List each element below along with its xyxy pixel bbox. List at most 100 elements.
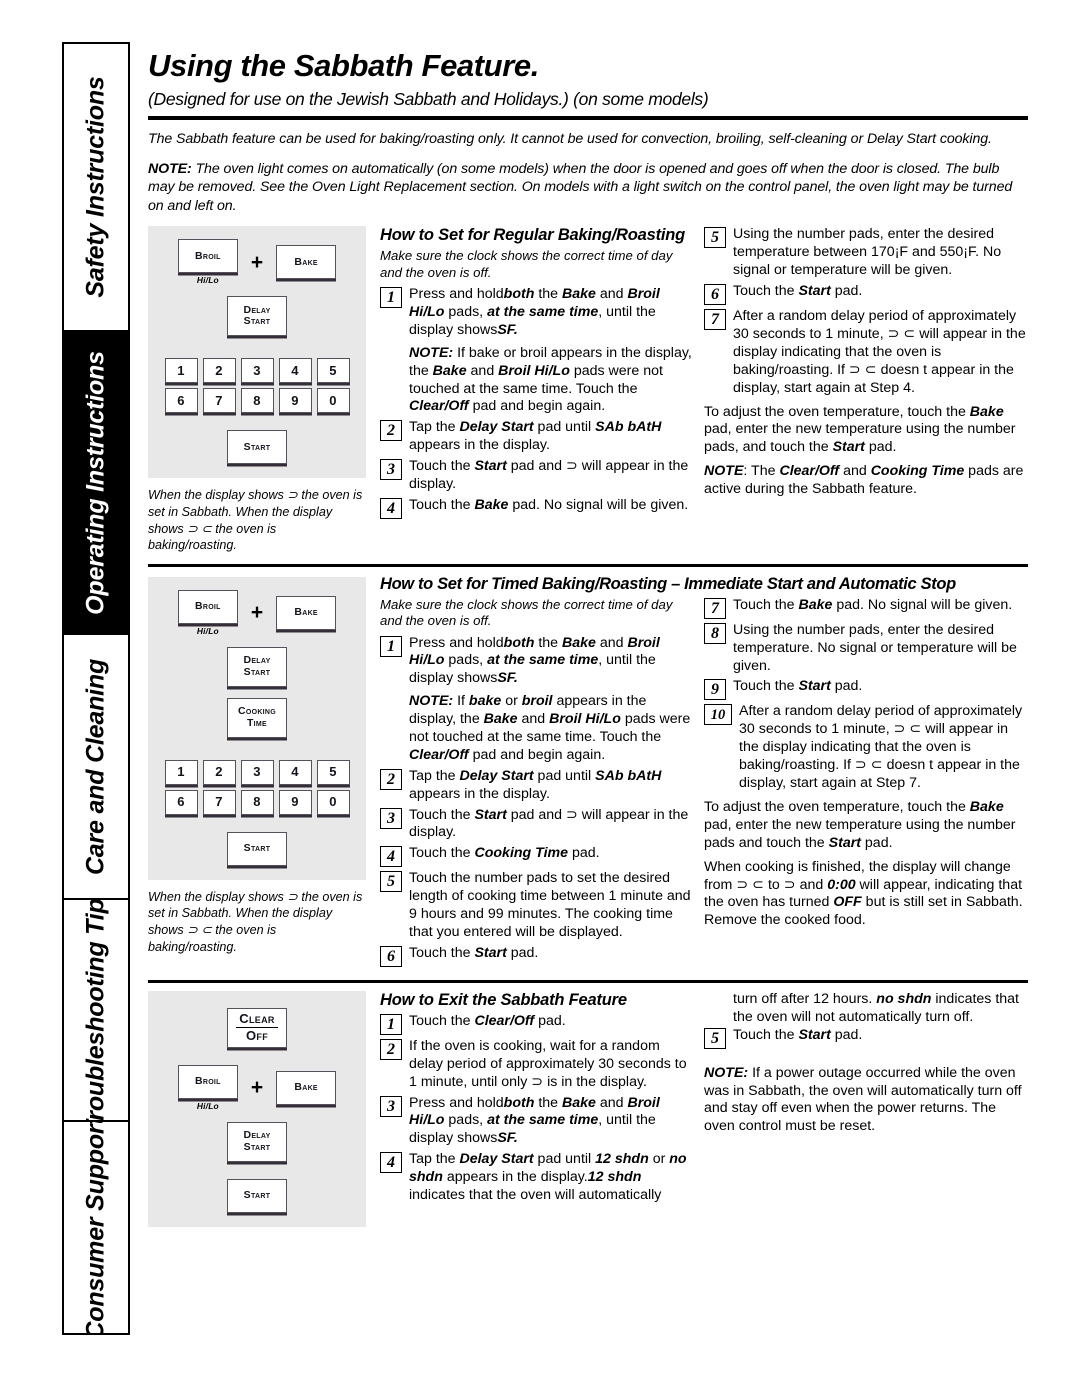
step-number: 6 bbox=[380, 945, 402, 967]
bake-key-stack: Bake bbox=[276, 245, 337, 280]
section-exit-sabbath: Clear Off Broil Hi/Lo + Bake Delay Start… bbox=[148, 990, 1028, 1227]
sidebar-tab-label: Care and Cleaning bbox=[81, 658, 110, 875]
section3-steps-right: turn off after 12 hours. no shdn indicat… bbox=[704, 991, 1028, 1136]
step-item: 5 Using the number pads, enter the desire… bbox=[704, 226, 1028, 280]
num-key-1[interactable]: 1 bbox=[164, 358, 198, 384]
step-note: NOTE: If bake or broil appears in the di… bbox=[409, 693, 691, 763]
step-number: 7 bbox=[704, 309, 726, 331]
sidebar-tab-care-and-cleaning[interactable]: Care and Cleaning bbox=[62, 633, 130, 898]
control-panel-diagram-1: Broil Hi/Lo + Bake Delay Start 1 2 3 4 5… bbox=[148, 226, 366, 479]
num-key-8[interactable]: 8 bbox=[240, 388, 274, 414]
section2-steps-right-list: 7 Touch the Bake pad. No signal will be g… bbox=[704, 597, 1028, 793]
numpad-row-top: 1 2 3 4 5 bbox=[148, 358, 366, 384]
start-key[interactable]: Start bbox=[227, 831, 287, 866]
section-regular-baking: Broil Hi/Lo + Bake Delay Start 1 2 3 4 5… bbox=[148, 226, 1028, 553]
step-text: Touch the Cooking Time pad. bbox=[409, 845, 600, 862]
section3-note: NOTE: If a power outage occurred while t… bbox=[704, 1064, 1022, 1135]
control-panel-2-column: Broil Hi/Lo + Bake Delay Start Cooking T… bbox=[148, 576, 366, 955]
control-panel-3-column: Clear Off Broil Hi/Lo + Bake Delay Start… bbox=[148, 990, 366, 1227]
step-item: 6 Touch the Start pad. bbox=[380, 945, 692, 967]
step-number: 8 bbox=[704, 622, 726, 644]
num-key-4[interactable]: 4 bbox=[278, 358, 312, 384]
step-item: 2 Tap the Delay Start pad until SAb bAtH … bbox=[380, 768, 692, 804]
step-text: Touch the Bake pad. No signal will be gi… bbox=[409, 496, 689, 513]
num-key-2[interactable]: 2 bbox=[202, 358, 236, 384]
broil-key[interactable]: Broil bbox=[177, 1064, 238, 1099]
bake-key[interactable]: Bake bbox=[276, 245, 337, 280]
page-title: Using the Sabbath Feature. bbox=[148, 48, 539, 83]
step-number: 2 bbox=[380, 420, 402, 442]
num-key-5[interactable]: 5 bbox=[316, 358, 350, 384]
num-key-0[interactable]: 0 bbox=[316, 388, 350, 414]
note-body: The oven light comes on automatically (o… bbox=[148, 160, 1013, 214]
num-key-2[interactable]: 2 bbox=[202, 759, 236, 785]
step-number: 1 bbox=[380, 287, 402, 309]
start-key[interactable]: Start bbox=[227, 430, 287, 465]
num-key-8[interactable]: 8 bbox=[240, 789, 274, 815]
num-key-6[interactable]: 6 bbox=[164, 388, 198, 414]
step-text: Touch the Bake pad. No signal will be gi… bbox=[733, 596, 1013, 613]
numpad-row-top: 1 2 3 4 5 bbox=[148, 759, 366, 785]
num-key-4[interactable]: 4 bbox=[278, 759, 312, 785]
num-key-1[interactable]: 1 bbox=[164, 759, 198, 785]
section1-heading: How to Set for Regular Baking/Roasting bbox=[380, 226, 686, 245]
num-key-6[interactable]: 6 bbox=[164, 789, 198, 815]
numpad-row-bottom: 6 7 8 9 0 bbox=[148, 388, 366, 414]
section2-finish-text: When cooking is finished, the display wi… bbox=[704, 858, 1023, 929]
num-key-9[interactable]: 9 bbox=[278, 388, 312, 414]
delay-start-key[interactable]: Delay Start bbox=[227, 296, 287, 337]
delay-start-row: Delay Start bbox=[148, 1121, 366, 1162]
sidebar-tab-safety-instructions[interactable]: Safety Instructions bbox=[62, 42, 130, 330]
step-note: NOTE: If bake or broil appears in the di… bbox=[409, 344, 692, 415]
section2-adjust-text: To adjust the oven temperature, touch th… bbox=[704, 798, 1016, 851]
control-panel-1-column: Broil Hi/Lo + Bake Delay Start 1 2 3 4 5… bbox=[148, 226, 366, 553]
num-key-7[interactable]: 7 bbox=[202, 388, 236, 414]
clear-off-key[interactable]: Clear Off bbox=[227, 1007, 287, 1048]
num-key-5[interactable]: 5 bbox=[316, 759, 350, 785]
section3-heading: How to Exit the Sabbath Feature bbox=[380, 990, 627, 1009]
num-key-0[interactable]: 0 bbox=[316, 789, 350, 815]
step-number: 10 bbox=[704, 704, 732, 726]
sidebar-tab-consumer-support[interactable]: Consumer Support bbox=[62, 1120, 130, 1335]
sidebar-tab-operating-instructions[interactable]: Operating Instructions bbox=[62, 330, 130, 633]
section1-adjust-text: To adjust the oven temperature, touch th… bbox=[704, 403, 1016, 456]
time-label: Time bbox=[246, 716, 268, 729]
step-text: Touch the Start pad and ⊃ will appear in… bbox=[409, 806, 689, 841]
step-text: Touch the Start pad. bbox=[733, 283, 863, 300]
broil-key[interactable]: Broil bbox=[177, 589, 238, 624]
step-item: 5 Touch the number pads to set the desire… bbox=[380, 870, 692, 942]
num-key-3[interactable]: 3 bbox=[240, 759, 274, 785]
sidebar-tab-label: Consumer Support bbox=[81, 1120, 110, 1335]
step-text: Tap the Delay Start pad until SAb bAtH a… bbox=[409, 767, 662, 802]
step-item: 1 Press and holdboth the Bake and Broil H… bbox=[380, 286, 692, 340]
section2-steps-left: Make sure the clock shows the correct ti… bbox=[380, 597, 692, 970]
section-timed-baking: Broil Hi/Lo + Bake Delay Start Cooking T… bbox=[148, 576, 1028, 970]
section1-lead: Make sure the clock shows the correct ti… bbox=[380, 248, 673, 280]
cooking-time-row: Cooking Time bbox=[148, 697, 366, 738]
section2-heading: How to Set for Timed Baking/Roasting – I… bbox=[380, 574, 956, 593]
broil-key[interactable]: Broil bbox=[177, 239, 238, 274]
start-row: Start bbox=[148, 1178, 366, 1213]
control-panel-1-caption: When the display shows ⊃ the oven is set… bbox=[148, 488, 363, 553]
clear-label: Clear bbox=[239, 1010, 275, 1026]
control-panel-2-caption: When the display shows ⊃ the oven is set… bbox=[148, 889, 363, 954]
cooking-time-key[interactable]: Cooking Time bbox=[227, 697, 287, 738]
sidebar-tab-troubleshooting-tips[interactable]: Troubleshooting Tips bbox=[62, 898, 130, 1120]
bake-key[interactable]: Bake bbox=[276, 595, 337, 630]
num-key-9[interactable]: 9 bbox=[278, 789, 312, 815]
delay-start-key[interactable]: Delay Start bbox=[227, 1121, 287, 1162]
page-content: Using the Sabbath Feature. (Designed for… bbox=[148, 48, 1028, 1227]
note-label: NOTE: bbox=[148, 160, 192, 177]
step-text: Press and holdboth the Bake and Broil Hi… bbox=[409, 1094, 660, 1147]
section3-steps-right-list: 5 Touch the Start pad. bbox=[704, 1027, 1028, 1049]
section2-steps-right: 7 Touch the Bake pad. No signal will be g… bbox=[704, 597, 1028, 930]
num-key-3[interactable]: 3 bbox=[240, 358, 274, 384]
num-key-7[interactable]: 7 bbox=[202, 789, 236, 815]
bake-key[interactable]: Bake bbox=[276, 1070, 337, 1105]
step-number: 2 bbox=[380, 1038, 402, 1060]
start-key[interactable]: Start bbox=[227, 1178, 287, 1213]
delay-start-key[interactable]: Delay Start bbox=[227, 646, 287, 687]
